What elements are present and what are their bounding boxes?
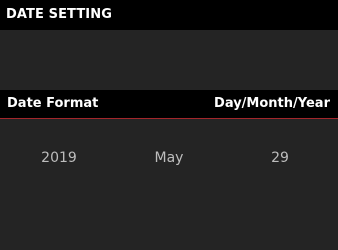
page-title: DATE SETTING (6, 7, 112, 22)
date-setting-screen: DATE SETTING Date Format Day/Month/Year … (0, 0, 338, 250)
day-field[interactable]: 29 (260, 149, 300, 167)
date-format-value: Day/Month/Year (214, 96, 330, 111)
month-field[interactable]: May (140, 149, 198, 167)
year-field[interactable]: 2019 (34, 149, 84, 167)
date-format-row[interactable]: Date Format Day/Month/Year (0, 90, 338, 119)
date-format-label: Date Format (7, 96, 99, 111)
title-bar: DATE SETTING (0, 0, 338, 30)
